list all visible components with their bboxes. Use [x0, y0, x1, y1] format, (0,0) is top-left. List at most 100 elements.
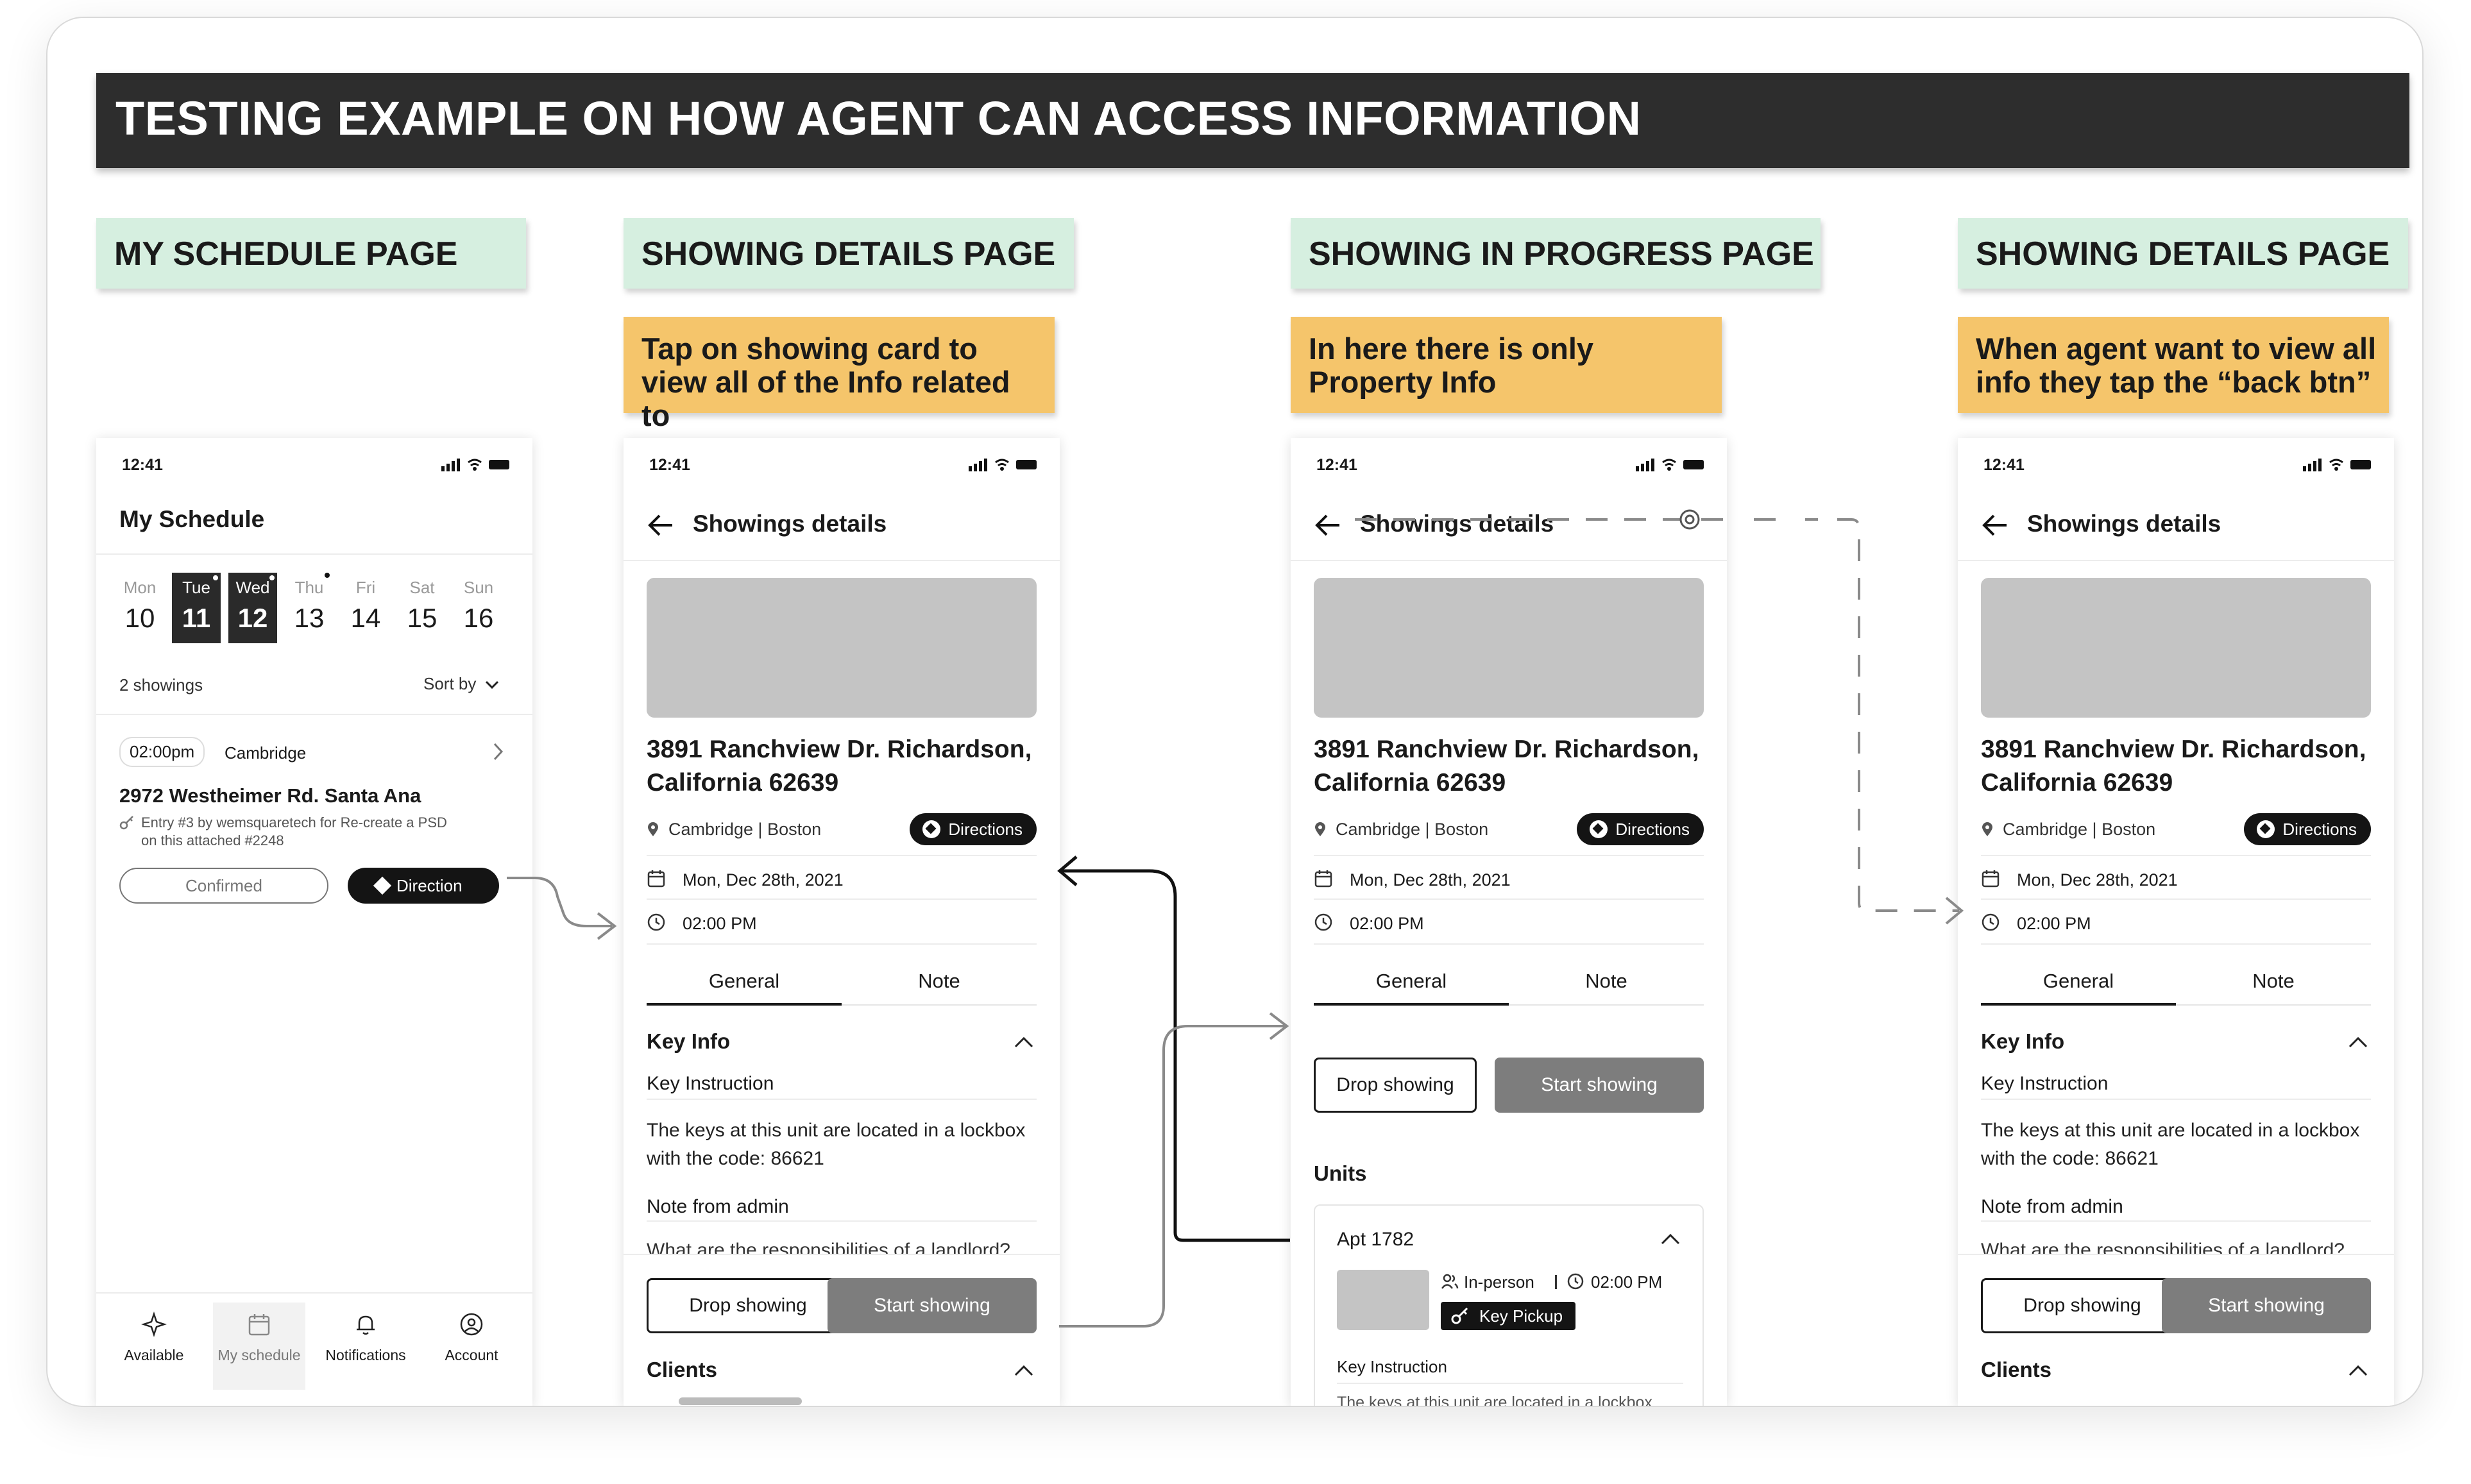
day-tue[interactable]: Tue 11: [172, 573, 221, 643]
property-address: 3891 Ranchview Dr. Richardson, Californi…: [647, 736, 1032, 797]
divider: [96, 714, 532, 715]
clock-icon: [1567, 1273, 1584, 1290]
arrow-head: [1057, 856, 1078, 886]
nav-my-schedule[interactable]: My schedule: [213, 1303, 305, 1390]
board-title-banner: TESTING EXAMPLE ON HOW AGENT CAN ACCESS …: [96, 73, 2409, 168]
start-showing-button[interactable]: Start showing: [1495, 1058, 1704, 1113]
column-title-text: SHOWING DETAILS PAGE: [641, 235, 1056, 273]
sort-by-label: Sort by: [423, 674, 477, 693]
day-thu[interactable]: Thu 13: [285, 573, 334, 643]
tab-general[interactable]: General: [1314, 970, 1509, 1006]
chevron-right-icon: [493, 743, 504, 761]
unit-time: 02:00 PM: [1591, 1272, 1663, 1292]
chevron-up-icon[interactable]: [2348, 1036, 2368, 1049]
user-group-icon: [1441, 1274, 1459, 1289]
chevron-up-icon[interactable]: [2348, 1364, 2368, 1377]
note-admin-label: Note from admin: [647, 1196, 789, 1217]
header-title: Showings details: [693, 510, 887, 537]
bell-icon: [357, 1315, 375, 1335]
day-mon[interactable]: Mon 10: [115, 573, 164, 643]
showing-mode: In-person: [1464, 1272, 1534, 1292]
clock-icon: [1314, 913, 1332, 931]
connector-progress-to-details: [1061, 869, 1290, 1242]
tab-note[interactable]: Note: [1509, 970, 1704, 993]
directions-label: Directions: [1615, 820, 1690, 839]
column-title-text: SHOWING DETAILS PAGE: [1976, 235, 2390, 273]
board-title: TESTING EXAMPLE ON HOW AGENT CAN ACCESS …: [115, 92, 1642, 145]
day-sun[interactable]: Sun 16: [454, 573, 503, 643]
direction-label: Direction: [396, 876, 463, 895]
tab-general[interactable]: General: [1981, 970, 2176, 1006]
time-row: 02:00 PM: [1981, 900, 2371, 945]
drop-showing-button[interactable]: Drop showing: [1981, 1278, 2184, 1333]
column-title-schedule: MY SCHEDULE PAGE: [96, 218, 526, 289]
property-image-placeholder: [647, 578, 1037, 718]
confirmed-button[interactable]: Confirmed: [119, 868, 328, 904]
chevron-up-icon[interactable]: [1014, 1364, 1034, 1377]
date-text: Mon, Dec 28th, 2021: [2017, 870, 2178, 890]
nav-available[interactable]: Available: [109, 1306, 199, 1390]
unit-image-placeholder: [1337, 1270, 1429, 1330]
day-sat[interactable]: Sat 15: [398, 573, 446, 643]
header: Showings details: [624, 489, 1060, 561]
key-info-heading: Key Info: [647, 1029, 731, 1053]
location-text: Cambridge | Boston: [2003, 820, 2156, 839]
directions-button[interactable]: Directions: [910, 813, 1037, 845]
back-arrow-icon[interactable]: [1981, 512, 2009, 538]
chevron-up-icon[interactable]: [1660, 1233, 1681, 1245]
date-row: Mon, Dec 28th, 2021: [1981, 855, 2371, 900]
start-showing-button[interactable]: Start showing: [2162, 1278, 2371, 1333]
header-title: Showings details: [2027, 510, 2221, 537]
annotation-text: In here there is only Property Info: [1309, 332, 1594, 399]
drop-showing-button[interactable]: Drop showing: [647, 1278, 849, 1333]
bottom-nav: Available My schedule Notifications Acco…: [96, 1292, 532, 1406]
back-arrow-icon[interactable]: [1314, 512, 1342, 538]
date-row: Mon, Dec 28th, 2021: [647, 855, 1037, 900]
column-title-details: SHOWING DETAILS PAGE: [624, 218, 1074, 289]
column-title-progress: SHOWING IN PROGRESS PAGE: [1291, 218, 1821, 289]
chevron-down-icon: [485, 680, 498, 689]
tab-general[interactable]: General: [647, 970, 842, 1006]
clock-icon: [647, 913, 665, 931]
location-line: Cambridge | Boston: [647, 820, 821, 839]
divider: [1337, 1383, 1683, 1384]
phone-showing-details: 12:41 Showings details 3891 Ranchview Dr…: [624, 438, 1060, 1406]
status-icons: [969, 459, 1037, 471]
column-title-text: MY SCHEDULE PAGE: [114, 235, 458, 273]
directions-button[interactable]: Directions: [1577, 813, 1704, 845]
tab-note[interactable]: Note: [842, 970, 1037, 993]
time-text: 02:00 PM: [1350, 914, 1424, 933]
tab-bar: General Note: [1314, 954, 1704, 1006]
key-icon: [1451, 1307, 1468, 1324]
nav-notifications[interactable]: Notifications: [314, 1306, 417, 1390]
units-heading: Units: [1314, 1161, 1367, 1185]
direction-button[interactable]: Direction: [348, 868, 499, 904]
day-wed[interactable]: Wed 12: [228, 573, 277, 643]
tab-note[interactable]: Note: [2176, 970, 2371, 993]
chevron-up-icon[interactable]: [1014, 1036, 1034, 1049]
showing-card[interactable]: 02:00pm Cambridge 2972 Westheimer Rd. Sa…: [115, 733, 513, 919]
sparkle-icon: [141, 1311, 167, 1337]
drop-showing-button[interactable]: Drop showing: [1314, 1058, 1477, 1113]
directions-label: Directions: [948, 820, 1023, 839]
unit-key-instruction-label: Key Instruction: [1337, 1357, 1447, 1376]
back-arrow-icon[interactable]: [647, 512, 675, 538]
property-address: 3891 Ranchview Dr. Richardson, Californi…: [1981, 736, 2366, 797]
unit-card: Apt 1782 In-person 02:00 PM Key Pickup K…: [1314, 1204, 1704, 1406]
sort-by-button[interactable]: Sort by: [423, 674, 499, 694]
directions-icon: [1590, 820, 1608, 838]
location-pin-icon: [648, 822, 658, 836]
location-text: Cambridge | Boston: [668, 820, 822, 839]
nav-account[interactable]: Account: [423, 1306, 520, 1390]
directions-icon: [922, 820, 941, 838]
week-strip: Mon 10 Tue 11 Wed 12 Thu 13 Fri 14 Sat 15 Sun 1…: [115, 573, 513, 643]
status-time: 12:41: [1983, 456, 2025, 474]
status-time: 12:41: [649, 456, 690, 474]
annotation-note-1: Tap on showing card to view all of the I…: [624, 317, 1055, 432]
divider: [647, 1220, 1037, 1222]
status-time: 12:41: [1316, 456, 1357, 474]
start-showing-button[interactable]: Start showing: [828, 1278, 1037, 1333]
day-fri[interactable]: Fri 14: [341, 573, 390, 643]
directions-label: Directions: [2282, 820, 2357, 839]
directions-button[interactable]: Directions: [2244, 813, 2371, 845]
